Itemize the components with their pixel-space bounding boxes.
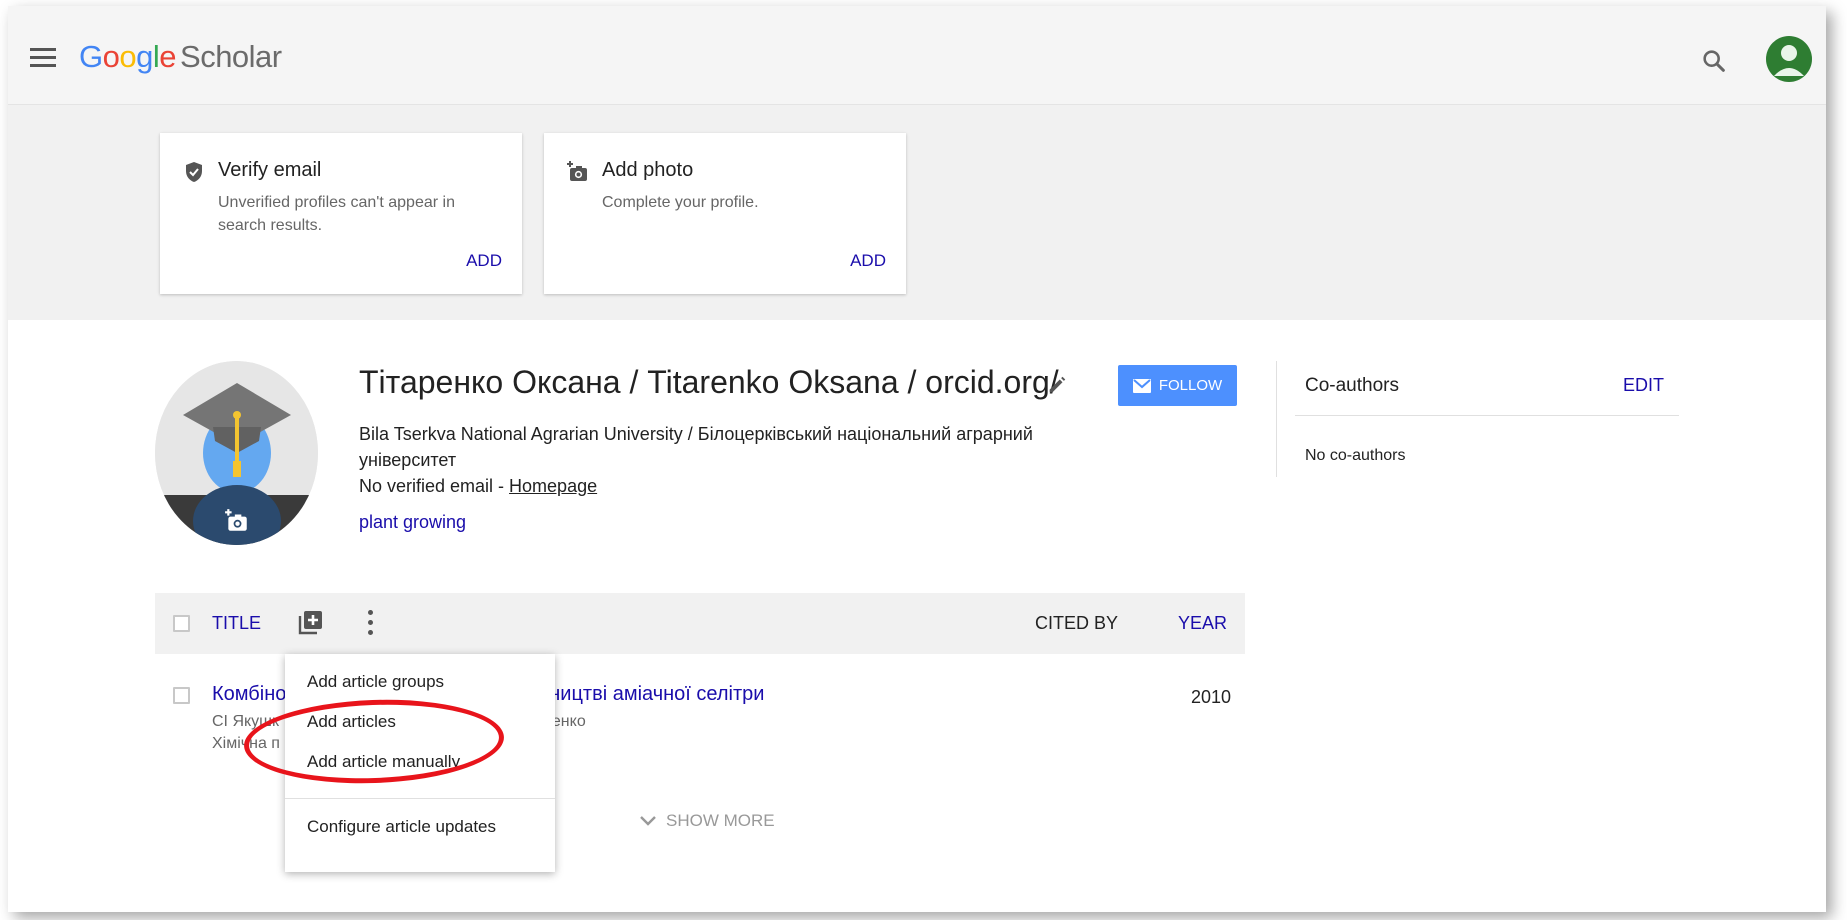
card-text: Complete your profile. bbox=[602, 194, 759, 211]
browser-window: Google Scholar Verify email Unverified pr… bbox=[8, 6, 1826, 912]
more-actions-icon[interactable] bbox=[365, 609, 375, 637]
chevron-down-icon bbox=[640, 816, 656, 826]
article-checkbox[interactable] bbox=[173, 687, 190, 704]
account-avatar[interactable] bbox=[1766, 36, 1812, 82]
verify-email-add-button[interactable]: ADD bbox=[466, 251, 502, 271]
card-text: Unverified profiles can't appear in sear… bbox=[218, 194, 455, 234]
search-icon[interactable] bbox=[1700, 47, 1728, 75]
menu-item-add-article-groups[interactable]: Add article groups bbox=[285, 662, 555, 702]
user-icon bbox=[1774, 45, 1804, 76]
coauthors-empty-text: No co-authors bbox=[1305, 447, 1406, 464]
articles-table-header: TITLE CITED BY YEAR bbox=[155, 593, 1245, 654]
select-all-checkbox[interactable] bbox=[173, 615, 190, 632]
add-articles-menu: Add article groups Add articles Add arti… bbox=[285, 654, 555, 872]
divider bbox=[1295, 415, 1679, 416]
envelope-icon bbox=[1132, 378, 1151, 393]
menu-item-add-article-manually[interactable]: Add article manually bbox=[285, 742, 555, 782]
change-photo-icon[interactable] bbox=[224, 508, 250, 534]
add-photo-add-button[interactable]: ADD bbox=[850, 251, 886, 271]
article-year: 2010 bbox=[1191, 687, 1232, 707]
coauthors-edit-button[interactable]: EDIT bbox=[1623, 375, 1664, 396]
coauthors-panel: Co-authors EDIT No co-authors bbox=[1276, 361, 1679, 477]
sort-by-year[interactable]: YEAR bbox=[1178, 613, 1227, 634]
menu-divider bbox=[285, 798, 555, 799]
follow-button[interactable]: FOLLOW bbox=[1118, 365, 1237, 406]
hamburger-menu-icon[interactable] bbox=[30, 48, 56, 68]
add-article-icon[interactable] bbox=[297, 610, 323, 636]
logo-letter: G bbox=[79, 39, 103, 74]
follow-label: FOLLOW bbox=[1158, 377, 1223, 394]
article-title-start: Комбіно bbox=[212, 683, 287, 705]
show-more-button[interactable]: SHOW MORE bbox=[640, 811, 775, 831]
card-title: Verify email bbox=[218, 159, 322, 181]
logo-letter: e bbox=[159, 39, 177, 74]
affiliation: Bila Tserkva National Agrarian Universit… bbox=[359, 424, 1033, 470]
homepage-link[interactable]: Homepage bbox=[509, 476, 597, 496]
article-authors-start: СІ Якушк bbox=[212, 713, 280, 730]
edit-pencil-icon[interactable] bbox=[1046, 374, 1068, 396]
add-photo-icon bbox=[567, 161, 587, 181]
email-status: No verified email - bbox=[359, 476, 510, 496]
header-bar: Google Scholar bbox=[8, 6, 1826, 105]
logo-letter: o bbox=[102, 39, 120, 74]
research-interest-link[interactable]: plant growing bbox=[359, 512, 466, 533]
show-more-label: SHOW MORE bbox=[666, 811, 775, 830]
profile-name: Тітаренко Оксана / Titarenko Oksana / or… bbox=[359, 364, 1059, 400]
coauthors-title: Co-authors bbox=[1305, 375, 1399, 396]
menu-item-configure-article-updates[interactable]: Configure article updates bbox=[285, 807, 555, 847]
sort-by-cited: CITED BY bbox=[1035, 613, 1119, 633]
verified-shield-icon bbox=[186, 162, 202, 182]
logo-letter: o bbox=[119, 39, 137, 74]
email-line: No verified email - Homepage bbox=[359, 476, 597, 497]
logo-product: Scholar bbox=[180, 39, 282, 74]
logo-letter: g bbox=[136, 39, 153, 74]
profile-notices: Verify email Unverified profiles can't a… bbox=[8, 105, 1826, 320]
profile-photo[interactable] bbox=[155, 361, 318, 545]
verify-email-card: Verify email Unverified profiles can't a… bbox=[160, 133, 522, 294]
card-title: Add photo bbox=[602, 159, 694, 181]
sort-by-title[interactable]: TITLE bbox=[212, 613, 261, 634]
article-venue: Хімічна п bbox=[212, 735, 280, 752]
add-photo-card: Add photo Complete your profile. ADD bbox=[544, 133, 906, 294]
google-scholar-logo[interactable]: Google Scholar bbox=[79, 39, 282, 75]
menu-item-add-articles[interactable]: Add articles bbox=[285, 702, 555, 742]
